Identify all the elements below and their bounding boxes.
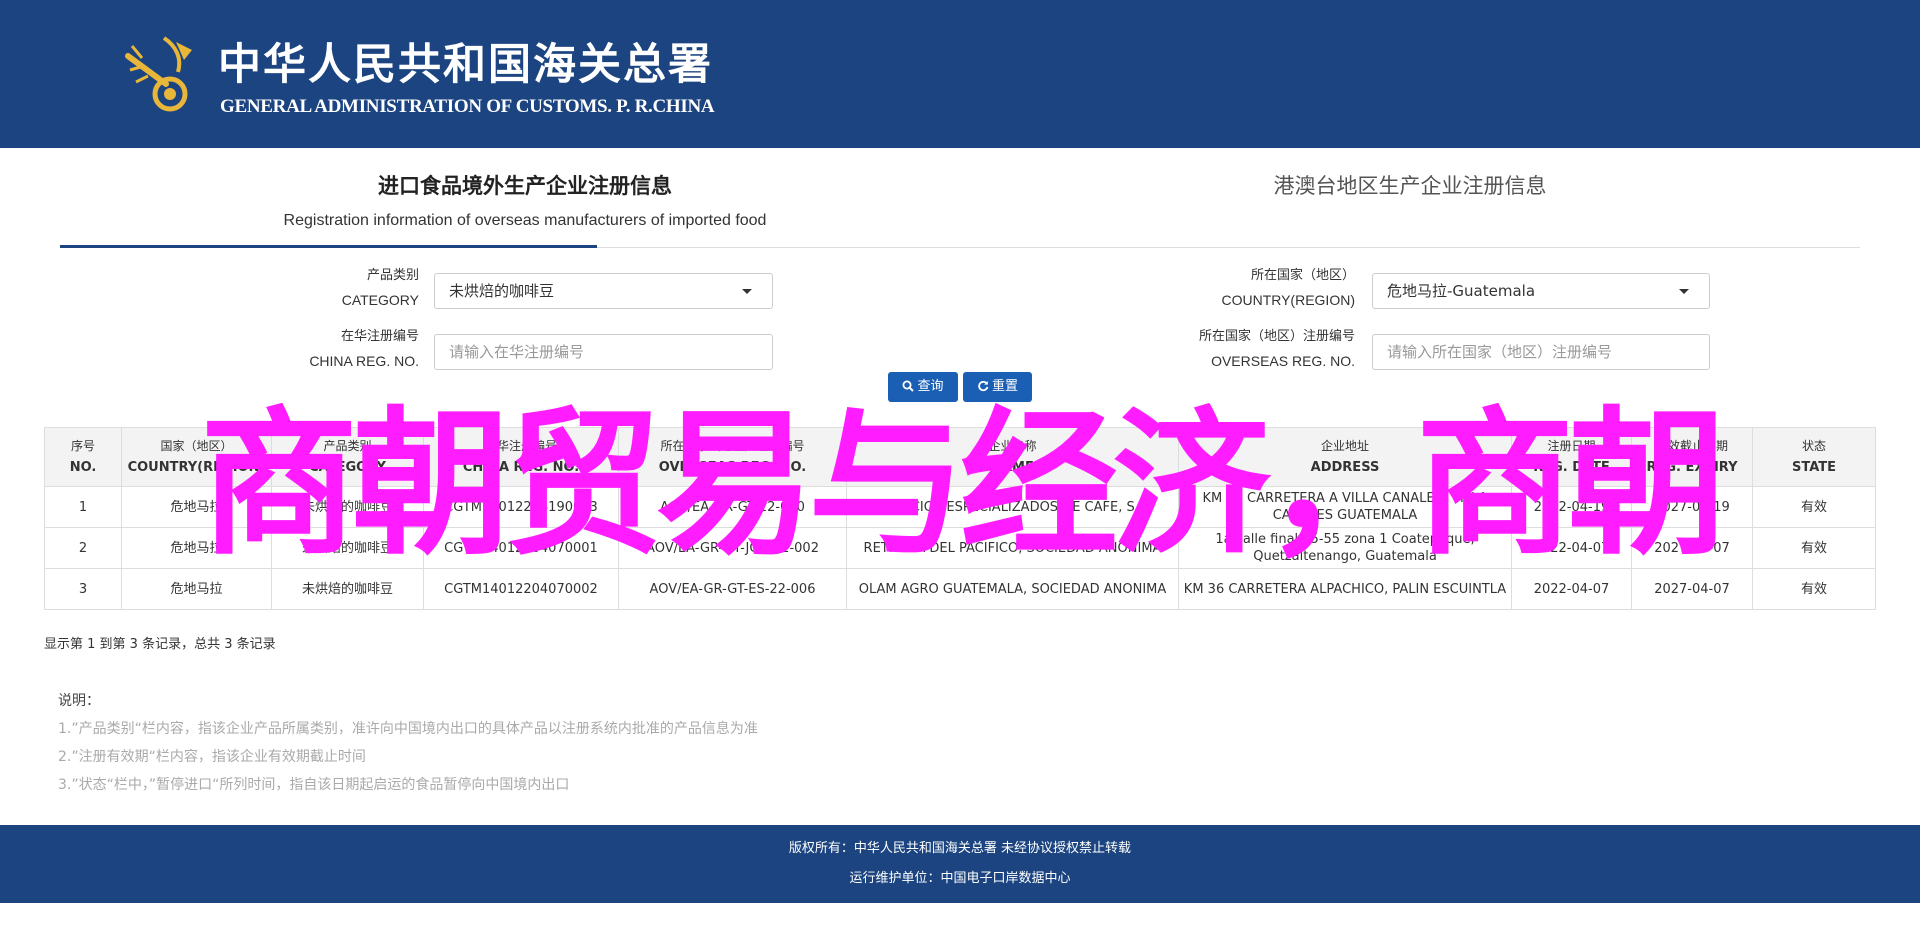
category-select[interactable]: 未烘焙的咖啡豆 xyxy=(434,273,773,309)
note-item: 1.”产品类别“栏内容，指该企业产品所属类别，准许向中国境内出口的具体产品以注册… xyxy=(58,721,758,737)
table-cell: 1 xyxy=(44,486,122,528)
china-reg-label-en: CHINA REG. NO. xyxy=(309,353,419,369)
tab-label-cn: 港澳台地区生产企业注册信息 xyxy=(1273,174,1547,198)
overseas-reg-input[interactable]: 请输入所在国家（地区）注册编号 xyxy=(1372,334,1710,370)
table-cell: CGTM14012204070002 xyxy=(423,568,619,610)
tab-label-cn: 进口食品境外生产企业注册信息 xyxy=(378,174,672,198)
table-cell: 有效 xyxy=(1752,568,1876,610)
table-cell: 危地马拉 xyxy=(121,486,272,528)
table-row: 2 危地马拉 未烘焙的咖啡豆 CGTM14012204070001 AOV/EA… xyxy=(44,527,1876,569)
note-item: 2.”注册有效期“栏内容，指该企业有效期截止时间 xyxy=(58,749,366,765)
country-select[interactable]: 危地马拉-Guatemala xyxy=(1372,273,1710,309)
china-reg-placeholder: 请输入在华注册编号 xyxy=(449,343,585,361)
refresh-icon xyxy=(978,380,989,392)
results-table: 序号 NO. 国家（地区） COUNTRY(REGION) 产品类别 CATEGORY… xyxy=(44,427,1876,610)
tab-label-en: Registration information of overseas man… xyxy=(283,212,767,229)
table-cell: 危地马拉 xyxy=(121,527,272,569)
table-cell: 2027-04-07 xyxy=(1631,527,1753,569)
reset-button[interactable]: 重置 xyxy=(963,372,1032,402)
table-cell: AOV/EA-GR-GT-ES-22-006 xyxy=(618,568,847,610)
site-footer: 版权所有：中华人民共和国海关总署 未经协议授权禁止转载 运行维护单位：中国电子口… xyxy=(0,825,1920,903)
table-cell: AOV/EA-GR-GT-22-010 xyxy=(618,486,847,528)
overseas-reg-label-en: OVERSEAS REG. NO. xyxy=(1211,353,1355,369)
search-button[interactable]: 查询 xyxy=(888,372,958,402)
table-cell: KM 36 CARRETERA A VILLA CANALES, VILLA C… xyxy=(1178,486,1512,528)
chevron-down-icon xyxy=(742,289,752,294)
table-cell: 2022-04-07 xyxy=(1511,568,1632,610)
column-header[interactable]: 国家（地区） COUNTRY(REGION) xyxy=(121,427,272,487)
country-label-en: COUNTRY(REGION) xyxy=(1221,292,1355,308)
note-item: 3.”状态“栏中，”暂停进口“所列时间，指自该日期起启运的食品暂停向中国境内出口 xyxy=(58,777,570,793)
table-cell: 2 xyxy=(44,527,122,569)
table-cell: 2027-04-07 xyxy=(1631,568,1753,610)
table-cell: KM 36 CARRETERA ALPACHICO, PALIN ESCUINT… xyxy=(1178,568,1512,610)
column-header[interactable]: 在华注册编号 CHINA REG. NO. xyxy=(423,427,619,487)
pagination-info: 显示第 1 到第 3 条记录，总共 3 条记录 xyxy=(44,637,276,652)
column-header[interactable]: 产品类别 CATEGORY xyxy=(271,427,424,487)
tab-active-indicator xyxy=(60,245,597,248)
footer-copyright: 版权所有：中华人民共和国海关总署 未经协议授权禁止转载 xyxy=(788,841,1132,856)
table-cell: 2022-04-19 xyxy=(1511,486,1632,528)
footer-maintainer: 运行维护单位：中国电子口岸数据中心 xyxy=(849,871,1071,886)
chevron-down-icon xyxy=(1679,289,1689,294)
table-cell: 有效 xyxy=(1752,486,1876,528)
category-label-cn: 产品类别 xyxy=(366,268,419,283)
table-cell: 2022-04-07 xyxy=(1511,527,1632,569)
china-reg-input[interactable]: 请输入在华注册编号 xyxy=(434,334,773,370)
column-header[interactable]: 企业地址 ADDRESS xyxy=(1178,427,1512,487)
china-reg-label-cn: 在华注册编号 xyxy=(340,329,419,344)
site-title-cn: 中华人民共和国海关总署 xyxy=(218,40,713,90)
table-cell: 有效 xyxy=(1752,527,1876,569)
table-cell: RETRILLA DEL PACIFICO, SOCIEDAD ANONIMA xyxy=(846,527,1179,569)
table-cell: CGTM14012204070001 xyxy=(423,527,619,569)
reset-button-label: 重置 xyxy=(991,379,1018,394)
table-cell: OLAM AGRO GUATEMALA, SOCIEDAD ANONIMA xyxy=(846,568,1179,610)
table-row: 1 危地马拉 未烘焙的咖啡豆 CGTM14012204190003 AOV/EA… xyxy=(44,486,1876,528)
search-icon xyxy=(902,380,915,392)
country-select-value: 危地马拉-Guatemala xyxy=(1387,282,1536,300)
column-header[interactable]: 注册日期 REG. DATE xyxy=(1511,427,1632,487)
site-title-en: GENERAL ADMINISTRATION OF CUSTOMS. P. R.… xyxy=(220,96,715,117)
tab-hk-macao-taiwan[interactable]: 港澳台地区生产企业注册信息 xyxy=(1140,170,1680,200)
column-header[interactable]: 序号 NO. xyxy=(44,427,122,487)
table-cell: 2027-04-19 xyxy=(1631,486,1753,528)
column-header[interactable]: 所在国家（地区）注册编号 OVERSEAS REG. NO. xyxy=(618,427,847,487)
table-cell: SERVICIOS ESPECIALIZADOS DE CAFE, S.A. xyxy=(846,486,1179,528)
notes-section: 说明： 1.”产品类别“栏内容，指该企业产品所属类别，准许向中国境内出口的具体产… xyxy=(58,690,758,794)
table-cell: 危地马拉 xyxy=(121,568,272,610)
tab-overseas-manufacturers[interactable]: 进口食品境外生产企业注册信息 Registration information … xyxy=(230,170,820,230)
table-cell: 未烘焙的咖啡豆 xyxy=(271,486,424,528)
table-cell: 1a calle final 25-55 zona 1 Coatepeque, … xyxy=(1178,527,1512,569)
table-cell: 未烘焙的咖啡豆 xyxy=(271,568,424,610)
column-header[interactable]: 有效截止日期 REG. EXPIRY xyxy=(1631,427,1753,487)
table-cell: AOV/EA-GR-GT-JQZ-22-002 xyxy=(618,527,847,569)
column-header[interactable]: 状态 STATE xyxy=(1752,427,1876,487)
category-label-en: CATEGORY xyxy=(341,292,419,308)
overseas-reg-label: 所在国家（地区）注册编号 OVERSEAS REG. NO. xyxy=(1100,325,1355,373)
table-cell: 3 xyxy=(44,568,122,610)
table-row: 3 危地马拉 未烘焙的咖啡豆 CGTM14012204070002 AOV/EA… xyxy=(44,568,1876,610)
customs-emblem-icon xyxy=(125,36,192,112)
site-header: 中华人民共和国海关总署 GENERAL ADMINISTRATION OF CU… xyxy=(0,0,1920,148)
search-button-label: 查询 xyxy=(917,379,944,394)
table-cell: 未烘焙的咖啡豆 xyxy=(271,527,424,569)
china-reg-label: 在华注册编号 CHINA REG. NO. xyxy=(200,325,419,373)
overseas-reg-placeholder: 请输入所在国家（地区）注册编号 xyxy=(1387,343,1613,361)
category-label: 产品类别 CATEGORY xyxy=(200,264,419,312)
category-select-value: 未烘焙的咖啡豆 xyxy=(449,282,555,300)
table-cell: CGTM14012204190003 xyxy=(423,486,619,528)
notes-title: 说明： xyxy=(58,693,100,709)
country-label-cn: 所在国家（地区） xyxy=(1250,268,1355,283)
column-header[interactable]: 企业名称 NAME xyxy=(846,427,1179,487)
table-header-row: 序号 NO. 国家（地区） COUNTRY(REGION) 产品类别 CATEGORY… xyxy=(44,427,1876,487)
overseas-reg-label-cn: 所在国家（地区）注册编号 xyxy=(1198,329,1355,344)
country-label: 所在国家（地区） COUNTRY(REGION) xyxy=(1100,264,1355,312)
